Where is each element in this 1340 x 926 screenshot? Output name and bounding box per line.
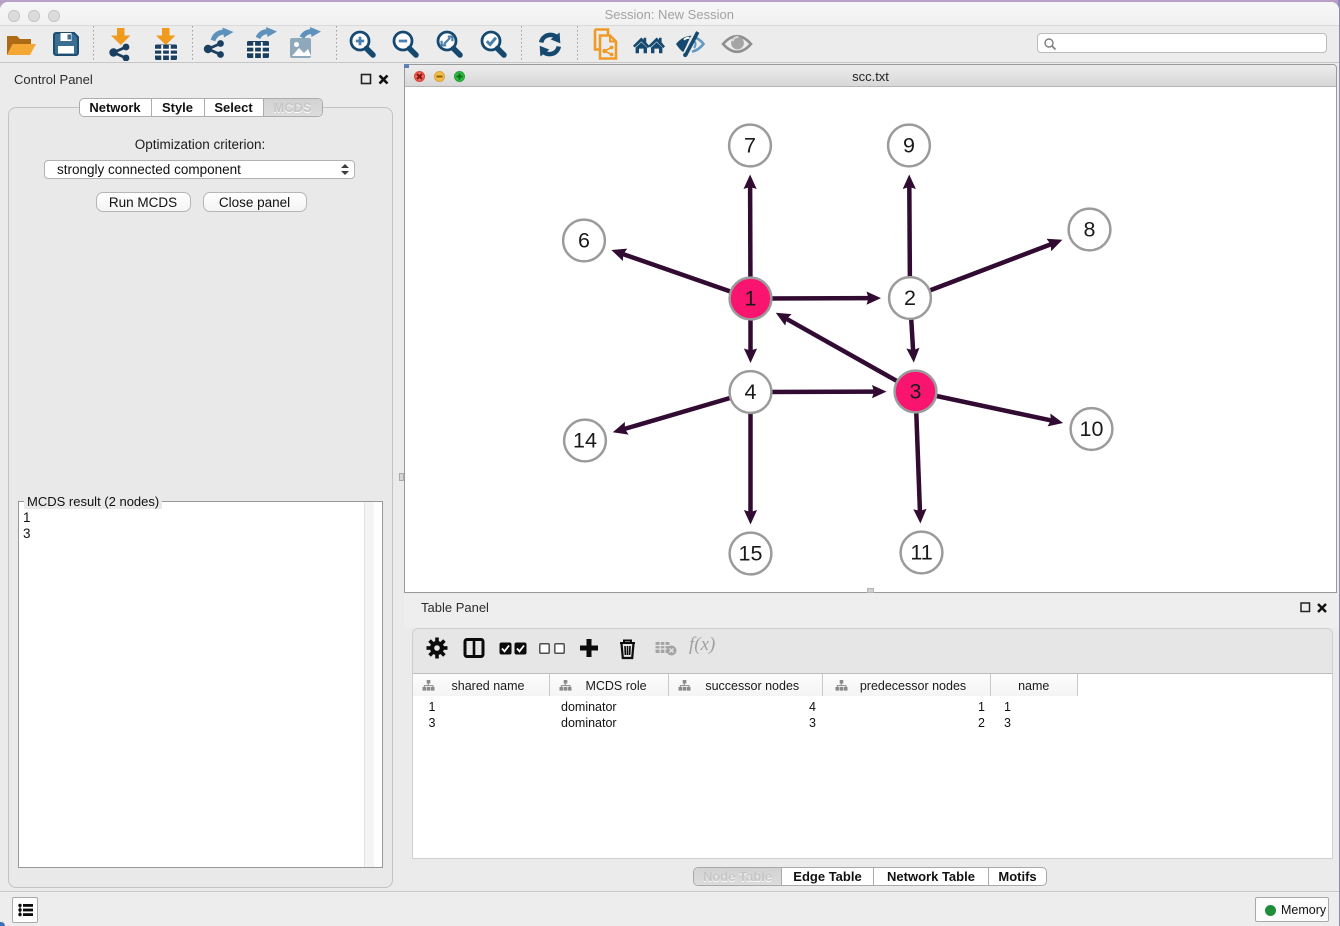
svg-text:1: 1 — [745, 287, 757, 311]
svg-text:14: 14 — [573, 429, 597, 453]
svg-text:8: 8 — [1084, 218, 1096, 242]
svg-text:15: 15 — [739, 542, 763, 566]
svg-text:7: 7 — [744, 134, 756, 158]
svg-text:9: 9 — [903, 134, 915, 158]
svg-text:11: 11 — [910, 541, 932, 565]
svg-text:6: 6 — [578, 229, 590, 253]
svg-text:3: 3 — [910, 380, 922, 404]
svg-text:4: 4 — [745, 380, 757, 404]
svg-text:2: 2 — [904, 286, 916, 310]
svg-text:10: 10 — [1080, 417, 1104, 441]
